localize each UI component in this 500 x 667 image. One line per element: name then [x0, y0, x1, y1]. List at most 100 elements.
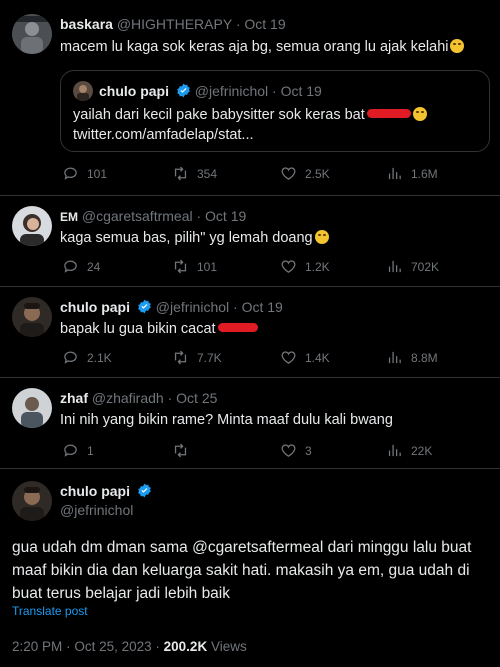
user-handle[interactable]: @jefrinichol — [60, 502, 133, 518]
verified-badge-icon — [177, 83, 190, 98]
retweet-button[interactable] — [172, 442, 197, 459]
like-count: 3 — [305, 443, 312, 458]
reply-icon — [64, 260, 77, 273]
avatar[interactable] — [12, 481, 52, 521]
reply-button[interactable]: 1 — [62, 442, 94, 459]
views-chart-icon — [388, 260, 401, 273]
views-count: 8.8M — [411, 350, 438, 365]
tweet-actions: 2.1K 7.7K 1.4K 8.8M — [62, 349, 452, 369]
retweet-icon — [174, 443, 187, 458]
quote-avatar-image — [73, 81, 93, 101]
tweet-date[interactable]: Oct 19 — [242, 299, 283, 315]
tweet-chulo-papi-reply[interactable]: chulo papi @jefrinichol · Oct 19 bapak l… — [0, 287, 500, 377]
redaction-mark — [366, 109, 411, 118]
tweet-text: macem lu kaga sok keras aja bg, semua or… — [60, 38, 490, 57]
quote-link[interactable]: twitter.com/amfadelap/stat... — [73, 127, 254, 143]
avatar-image — [12, 297, 52, 337]
views-button[interactable]: 1.6M — [386, 165, 438, 182]
tweet-actions: 101 354 2.5K 1.6M — [62, 165, 452, 185]
display-name[interactable]: chulo papi — [60, 299, 130, 315]
quote-header: chulo papi @jefrinichol · Oct 19 — [99, 83, 322, 99]
quote-avatar — [73, 81, 93, 101]
display-name[interactable]: EM — [60, 210, 78, 224]
reply-button[interactable]: 24 — [62, 258, 100, 275]
tweet-text: Ini nih yang bikin rame? Minta maaf dulu… — [60, 411, 490, 430]
tweet-baskara[interactable]: baskara @HIGHTHERAPY · Oct 19 macem lu k… — [0, 0, 500, 195]
user-handle[interactable]: @zhafiradh — [92, 390, 164, 406]
heart-icon — [281, 444, 296, 457]
tweet-date[interactable]: Oct 19 — [244, 16, 285, 32]
tweet-actions: 24 101 1.2K 702K — [62, 258, 452, 278]
quoted-tweet[interactable]: chulo papi @jefrinichol · Oct 19 yailah … — [60, 70, 490, 152]
views-count: 22K — [411, 443, 433, 458]
reply-count: 24 — [87, 259, 101, 274]
retweet-icon — [174, 259, 187, 274]
views-count: 200.2K — [163, 639, 208, 654]
avatar[interactable] — [12, 388, 52, 428]
like-button[interactable]: 3 — [280, 442, 312, 459]
like-count: 1.2K — [305, 259, 330, 274]
rofl-emoji-icon — [314, 230, 329, 244]
avatar-image — [12, 14, 52, 54]
like-button[interactable]: 1.4K — [280, 349, 330, 366]
main-tweet-handle-row: @jefrinichol — [60, 502, 133, 518]
verified-badge-icon — [138, 483, 151, 498]
retweet-count: 354 — [197, 166, 218, 181]
user-handle[interactable]: @cgaretsaftrmeal — [82, 208, 193, 224]
avatar[interactable] — [12, 297, 52, 337]
heart-icon — [281, 167, 296, 180]
quote-user-handle: @jefrinichol — [194, 83, 269, 99]
rofl-emoji-icon — [450, 39, 465, 53]
retweet-icon — [174, 350, 187, 365]
reply-button[interactable]: 101 — [62, 165, 107, 182]
avatar[interactable] — [12, 14, 52, 54]
tweet-meta: 2:20 PM · Oct 25, 2023 · 200.2K Views — [12, 639, 247, 654]
views-count: 702K — [411, 259, 440, 274]
reply-icon — [64, 167, 77, 180]
display-name[interactable]: baskara — [60, 16, 113, 32]
tweet-date[interactable]: Oct 25 — [176, 390, 217, 406]
tweet-em[interactable]: EM @cgaretsaftrmeal · Oct 19 kaga semua … — [0, 196, 500, 286]
retweet-button[interactable]: 354 — [172, 165, 217, 182]
views-count: 1.6M — [411, 166, 438, 181]
display-name[interactable]: zhaf — [60, 390, 88, 406]
heart-icon — [281, 260, 296, 273]
reply-count: 2.1K — [87, 350, 112, 365]
separator-dot: · — [233, 299, 238, 315]
separator-dot: · — [66, 639, 71, 654]
views-button[interactable]: 22K — [386, 442, 432, 459]
like-button[interactable]: 2.5K — [280, 165, 330, 182]
tweet-zhaf[interactable]: zhaf @zhafiradh · Oct 25 Ini nih yang bi… — [0, 378, 500, 468]
separator-dot: · — [155, 639, 160, 654]
reply-button[interactable]: 2.1K — [62, 349, 112, 366]
post-time[interactable]: 2:20 PM — [12, 639, 62, 654]
like-button[interactable]: 1.2K — [280, 258, 330, 275]
retweet-button[interactable]: 101 — [172, 258, 217, 275]
main-tweet-line: gua udah dm dman sama @cgaretsaftermeal … — [12, 539, 472, 556]
user-handle[interactable]: @HIGHTHERAPY — [117, 16, 232, 32]
tweet-text-content: kaga semua bas, pilih" yg lemah doang — [60, 230, 313, 246]
quote-text-content: yailah dari kecil pake babysitter sok ke… — [73, 107, 365, 123]
post-date[interactable]: Oct 25, 2023 — [74, 639, 151, 654]
reply-count: 101 — [87, 166, 108, 181]
heart-icon — [281, 351, 296, 364]
views-button[interactable]: 702K — [386, 258, 439, 275]
like-count: 1.4K — [305, 350, 330, 365]
separator-dot: · — [167, 390, 173, 406]
separator-dot: · — [272, 83, 277, 99]
avatar-image — [12, 206, 52, 246]
reply-icon — [64, 351, 77, 364]
tweet-header: EM @cgaretsaftrmeal · Oct 19 — [60, 208, 246, 224]
avatar[interactable] — [12, 206, 52, 246]
avatar-image — [12, 481, 52, 521]
tweet-date[interactable]: Oct 19 — [205, 208, 246, 224]
laughing-emoji-icon — [412, 107, 427, 121]
retweet-button[interactable]: 7.7K — [172, 349, 222, 366]
tweet-text: bapak lu gua bikin cacat — [60, 320, 490, 339]
user-handle[interactable]: @jefrinichol — [156, 299, 229, 315]
display-name[interactable]: chulo papi — [60, 483, 130, 499]
main-tweet-line: maaf bikin dia dan keluarga sakit hati. … — [12, 562, 470, 579]
views-button[interactable]: 8.8M — [386, 349, 438, 366]
redaction-mark — [217, 323, 258, 332]
translate-post-link[interactable]: Translate post — [12, 604, 88, 618]
